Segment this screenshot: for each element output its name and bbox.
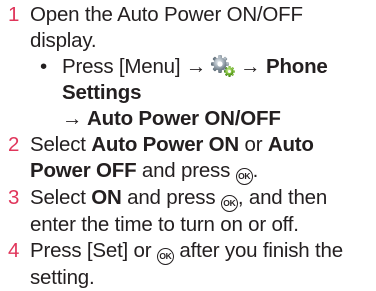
step-text-end: . — [252, 159, 259, 182]
step-text: Open the Auto Power ON/OFF display. — [30, 3, 303, 52]
step-number: 4 — [8, 239, 20, 262]
step-1-substep: • Press [Menu] → → Phone Settings → Auto… — [0, 54, 376, 132]
step-3: 3 Select ON and press OK, and then enter… — [0, 185, 376, 238]
substep-prefix: Press [Menu] → — [62, 55, 207, 78]
step-text-mid: and press — [127, 186, 216, 209]
step-text-pre: Press [Set] or — [30, 239, 152, 262]
on-label: ON — [91, 186, 122, 209]
auto-power-label: → Auto Power ON/OFF — [62, 107, 281, 130]
ok-key-icon: OK — [235, 168, 253, 185]
bullet: • — [40, 55, 47, 78]
ok-key-icon: OK — [220, 195, 238, 212]
step-number: 1 — [8, 3, 20, 26]
auto-power-on-label: Auto Power ON — [91, 133, 240, 156]
step-text-post: and press — [141, 159, 231, 182]
instructions: 1 Open the Auto Power ON/OFF display. • … — [0, 0, 376, 289]
step-2: 2 Select Auto Power ON or Auto Power OFF… — [0, 132, 376, 185]
substep-arrow: → — [240, 55, 261, 78]
settings-gear-icon — [211, 55, 236, 77]
step-4: 4 Press [Set] or OK after you finish the… — [0, 238, 376, 291]
step-text-pre: Select — [30, 186, 86, 209]
step-number: 3 — [8, 186, 20, 209]
ok-key-icon: OK — [156, 248, 174, 265]
step-1: 1 Open the Auto Power ON/OFF display. — [0, 2, 376, 54]
step-text-pre: Select — [30, 133, 86, 156]
step-number: 2 — [8, 133, 20, 156]
step-text-or: or — [244, 133, 263, 156]
